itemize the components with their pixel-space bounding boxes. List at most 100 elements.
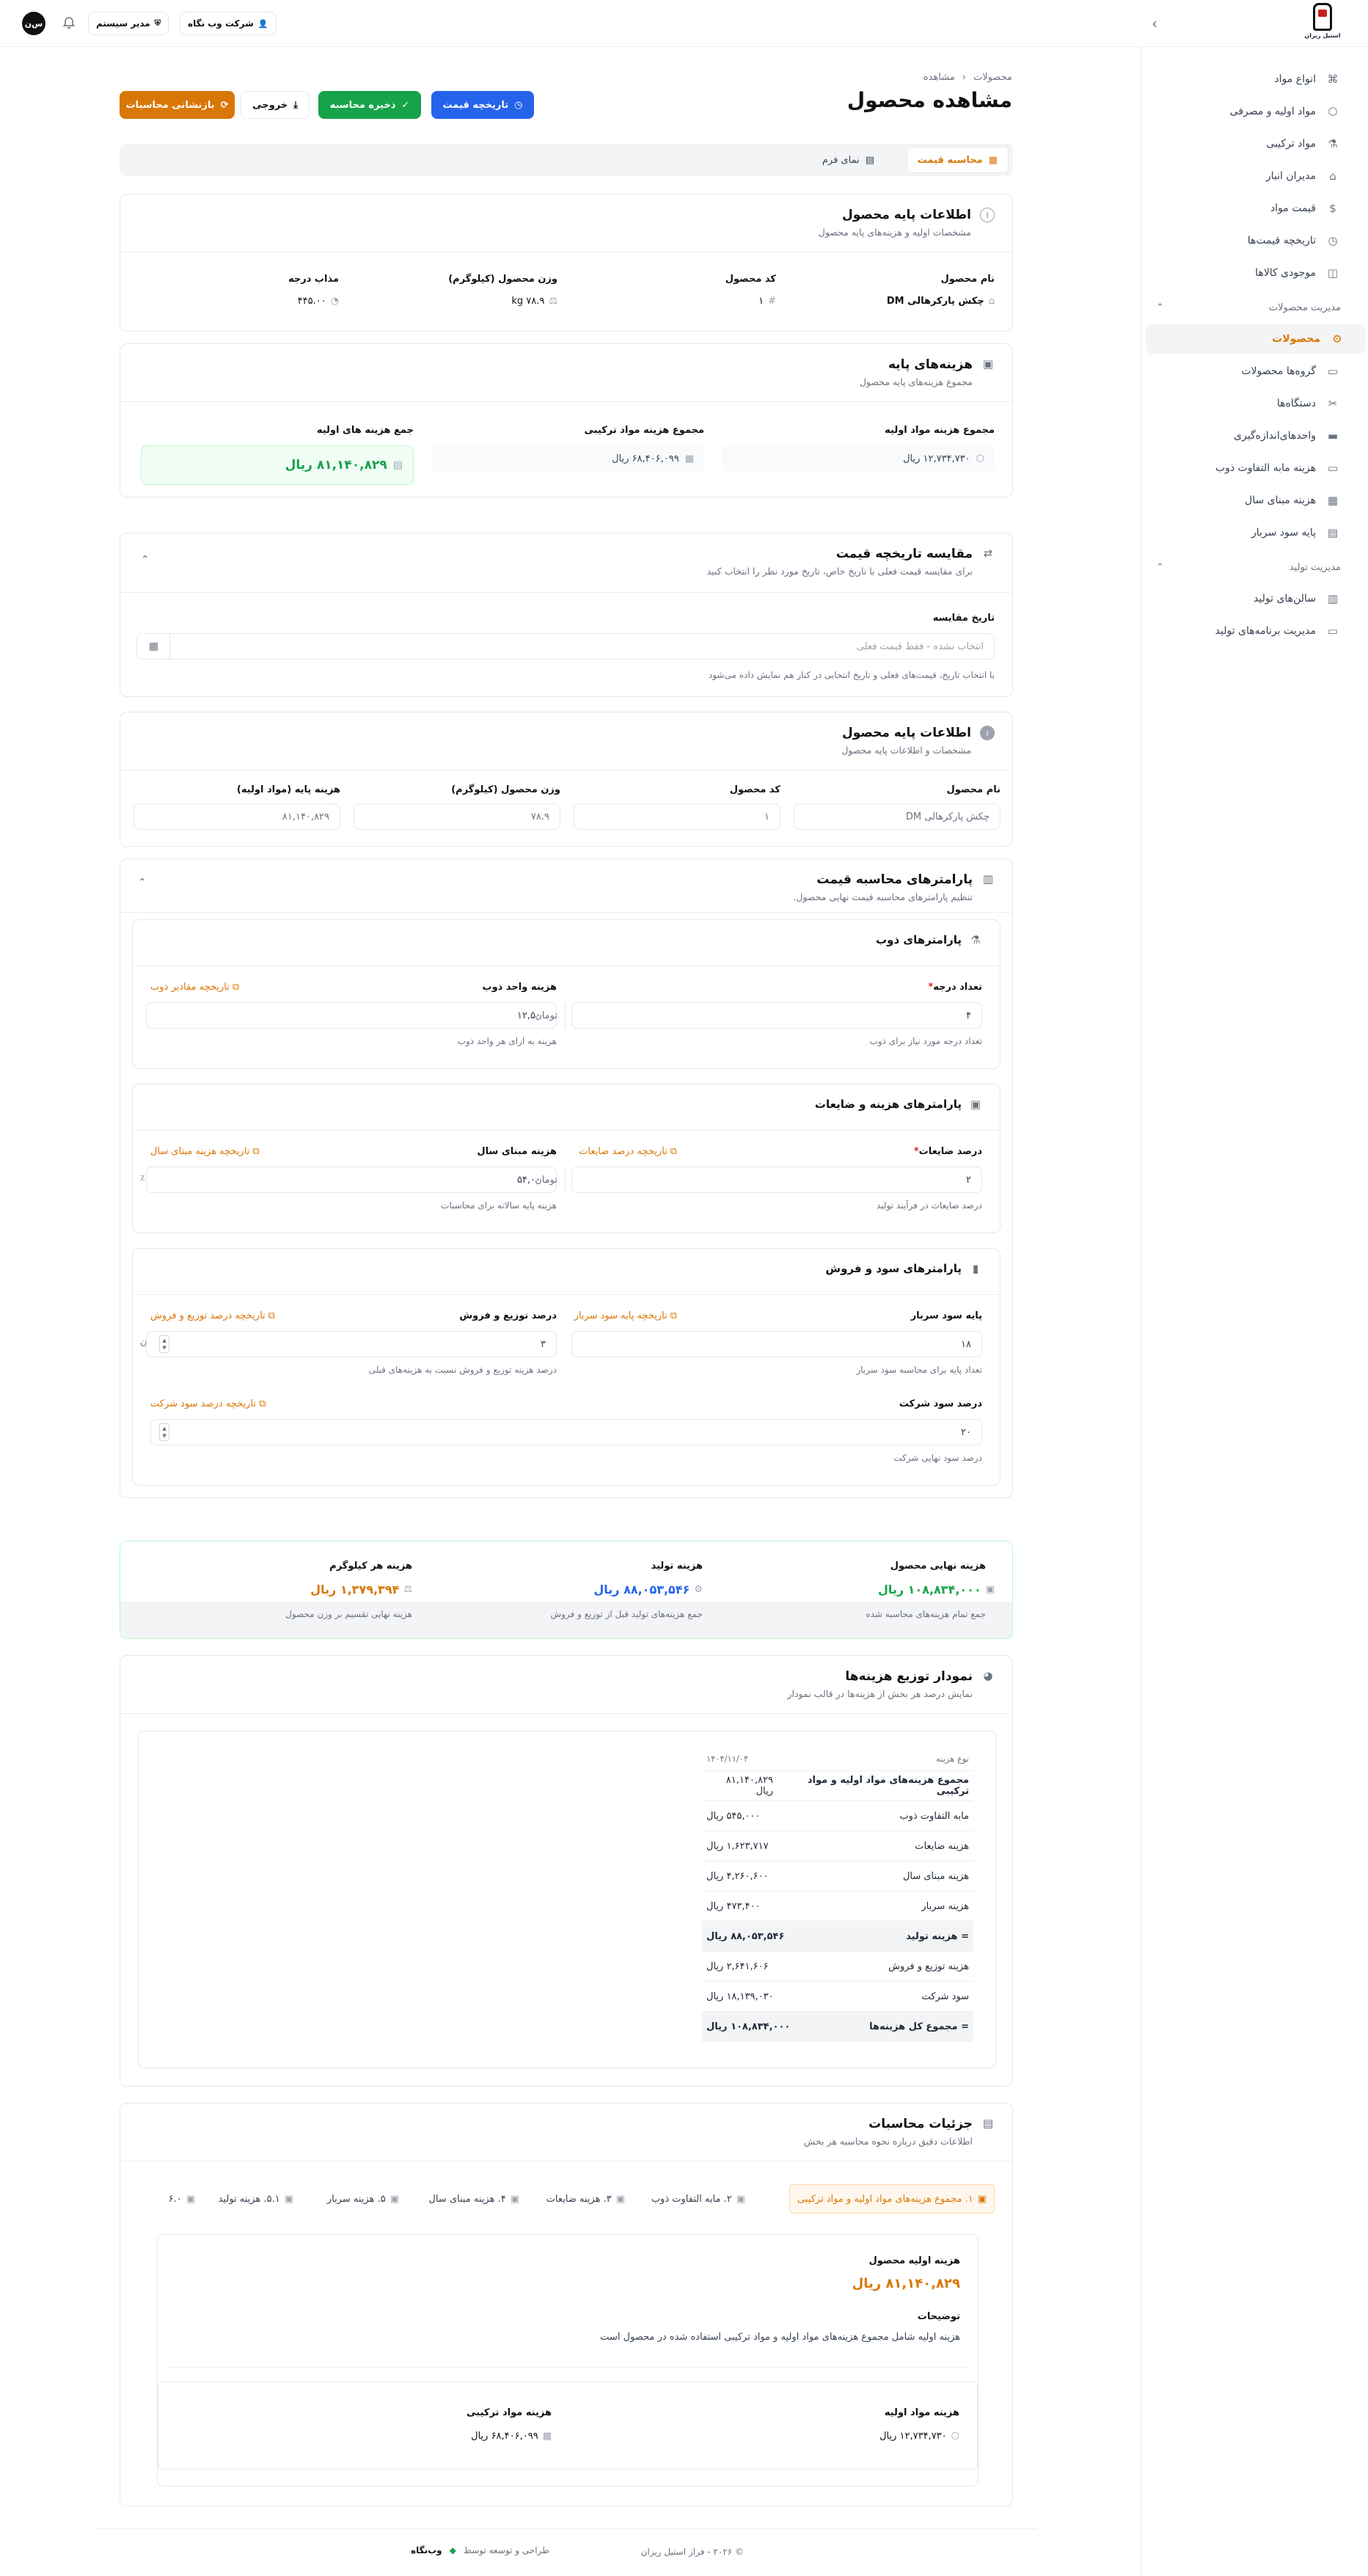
sidebar-item-label: مواد اولیه و مصرفی bbox=[1229, 106, 1316, 117]
topbar: س‌ن ⛨ مدیر سیستم 👤 شرکت وب نگاه › استیل … bbox=[0, 0, 1368, 47]
gear-icon: ⚙ bbox=[1332, 332, 1342, 346]
details-tab[interactable]: ▣ ۱. مجموع هزینه‌های مواد اولیه و مواد تر… bbox=[789, 2184, 995, 2214]
melt-label: مذاب درجه bbox=[288, 274, 339, 285]
total-cost-box: ▤ ۸۱,۱۴۰,۸۲۹ ریال bbox=[141, 445, 414, 485]
price-history-button[interactable]: ◷ تاریخچه قیمت bbox=[431, 91, 534, 119]
section-title: پارامترهای هزینه و ضایعات bbox=[814, 1098, 962, 1111]
export-button[interactable]: ⤓ خروجی bbox=[241, 91, 310, 119]
raw-cost-label: مجموع هزینه مواد اولیه bbox=[885, 425, 995, 436]
sidebar-item[interactable]: ◫ موجودی کالاها bbox=[1141, 258, 1361, 288]
year-cost-label: هزینه مبنای سال bbox=[477, 1146, 557, 1157]
company-profit-input[interactable]: ۲۰ bbox=[150, 1419, 982, 1445]
chevron-up-icon[interactable]: ⌃ bbox=[141, 554, 150, 566]
comp-cost-box: ▦ ۶۸,۴۰۶,۰۹۹ ریال bbox=[431, 445, 704, 472]
logo: استیل ریزان bbox=[1304, 3, 1341, 44]
row-value: ۴,۲۶۰,۶۰۰ ریال bbox=[706, 1870, 769, 1882]
sidebar-item-label: واحدهای‌اندازه‌گیری bbox=[1234, 430, 1316, 442]
calendar-icon[interactable]: ▦ bbox=[138, 633, 170, 660]
logo-mark-icon bbox=[1313, 3, 1332, 31]
desc-label: توضیحات bbox=[917, 2311, 960, 2322]
sidebar-item[interactable]: ⌘ انواع مواد bbox=[1141, 65, 1361, 94]
desc-text: هزینه اولیه شامل مجموع هزینه‌های مواد او… bbox=[600, 2332, 960, 2343]
reset-calculation-button[interactable]: ⟳ بازنشانی محاسبات bbox=[120, 91, 235, 119]
sidebar-item[interactable]: ⌂ مدیران انبار bbox=[1141, 161, 1361, 191]
sidebar-item[interactable]: ▥ سالن‌های تولید bbox=[1141, 584, 1361, 613]
waste-pct-hint: درصد ضایعات در فرآیند تولید bbox=[876, 1200, 982, 1211]
comp-cost-label: مجموع هزینه مواد ترکیبی bbox=[584, 425, 704, 436]
gear-icon: ⚙ bbox=[694, 1584, 703, 1595]
external-link-icon: ⧉ bbox=[670, 1146, 677, 1157]
tab-icon: ▣ bbox=[186, 2193, 195, 2205]
bell-icon[interactable] bbox=[59, 15, 76, 32]
sidebar-item[interactable]: ▤ پایه سود سربار bbox=[1141, 518, 1361, 547]
hash-icon: # bbox=[768, 296, 776, 307]
sidebar-item[interactable]: ▦ هزینه مبنای سال bbox=[1141, 486, 1361, 515]
tab-form-view[interactable]: ▤ نمای فرم bbox=[812, 147, 885, 173]
sidebar-item[interactable]: ▭ گروه‌ها محصولات bbox=[1141, 357, 1361, 386]
money-icon: ▣ bbox=[985, 1584, 995, 1595]
sidebar-section[interactable]: مدیریت تولید ⌃ bbox=[1141, 556, 1361, 578]
year-cost-input[interactable]: ۵۴,۰۰۰ bbox=[146, 1167, 557, 1193]
sidebar-item[interactable]: ◷ تاریخچه قیمت‌ها bbox=[1141, 226, 1361, 255]
overhead-input[interactable]: ۱۸ bbox=[571, 1331, 982, 1357]
sidebar-item[interactable]: ✂ دستگاه‌ها bbox=[1141, 389, 1361, 418]
row-name: = هزینه تولید bbox=[906, 1930, 969, 1942]
details-tab[interactable]: ▣ ۵. هزینه سربار bbox=[327, 2184, 399, 2214]
price-compare-card: ⇄ مقایسه تاریخچه قیمت برای مقایسه قیمت فع… bbox=[120, 533, 1013, 697]
overhead-history-link[interactable]: ⧉ تاریخچه پایه سود سربار bbox=[574, 1310, 677, 1321]
total-cost-label: جمع هزینه های اولیه bbox=[316, 425, 414, 436]
year-cost-history-link[interactable]: ⧉ تاریخچه هزینه مبنای سال bbox=[150, 1146, 260, 1157]
details-tab[interactable]: ▣ ۵.۱. هزینه تولید bbox=[219, 2184, 293, 2214]
scale-icon: ⚖ bbox=[403, 1584, 412, 1595]
grid-icon: ▦ bbox=[684, 453, 694, 464]
melt-unit-cost-label: هزینه واحد ذوب bbox=[482, 982, 557, 993]
footer-brand[interactable]: وب‌نگاه bbox=[411, 2545, 442, 2555]
row-value: ۸۱,۱۴۰,۸۲۹ ریال bbox=[725, 1775, 773, 1797]
chevron-up-icon[interactable]: ⌃ bbox=[138, 877, 147, 889]
melt-count-input[interactable]: ۴ bbox=[571, 1002, 982, 1029]
waste-pct-input[interactable]: ۲ bbox=[571, 1167, 982, 1193]
sidebar-item[interactable]: ▭ مدیریت برنامه‌های تولید bbox=[1141, 616, 1361, 646]
sidebar-section[interactable]: مدیریت محصولات ⌃ bbox=[1141, 296, 1361, 318]
compare-date-input[interactable]: انتخاب نشده - فقط قیمت فعلی bbox=[136, 633, 995, 660]
kg-cost-label: هزینه هر کیلوگرم bbox=[329, 1561, 412, 1572]
year-cost-unit: تومان bbox=[524, 1167, 566, 1193]
user-menu[interactable]: ⛨ مدیر سیستم bbox=[88, 12, 169, 35]
details-tab[interactable]: ▣ ۴. هزینه مبنای سال bbox=[428, 2184, 519, 2214]
melt-history-link[interactable]: ⧉ تاریخچه مقادیر ذوب bbox=[150, 982, 239, 993]
company-menu[interactable]: 👤 شرکت وب نگاه bbox=[180, 12, 277, 35]
collapse-sidebar-icon[interactable]: › bbox=[1152, 15, 1157, 32]
dist-stepper[interactable]: ▲ ▼ bbox=[159, 1335, 169, 1353]
melt-unit-cost-input[interactable]: ۱۲,۵۰۰ bbox=[146, 1002, 557, 1029]
table-row: = مجموع کل هزینه‌ها ۱۰۸,۸۳۴,۰۰۰ ریال bbox=[702, 2012, 973, 2042]
sidebar-item[interactable]: ⚙ محصولات bbox=[1146, 324, 1366, 354]
waste-pct-history-link[interactable]: ⧉ تاریخچه درصد ضایعات bbox=[579, 1146, 677, 1157]
sidebar-item[interactable]: ⬡ مواد اولیه و مصرفی bbox=[1141, 97, 1361, 126]
details-tab[interactable]: ▣ ۳. هزینه ضایعات bbox=[546, 2184, 625, 2214]
sidebar-item[interactable]: ⚗ مواد ترکیبی bbox=[1141, 129, 1361, 158]
sidebar-item[interactable]: ▭ هزینه مابه التفاوت ذوب bbox=[1141, 453, 1361, 483]
card-subtitle: مجموع هزینه‌های پایه محصول bbox=[859, 376, 973, 387]
sidebar-item[interactable]: ▬ واحدهای‌اندازه‌گیری bbox=[1141, 421, 1361, 450]
calculator-icon: ▦ bbox=[988, 154, 998, 166]
breadcrumb-root[interactable]: محصولات bbox=[973, 72, 1012, 83]
tab-price-calculation[interactable]: ▦ محاسبه قیمت bbox=[906, 147, 1009, 173]
raw-cost-box: ⬡ ۱۲,۷۳۴,۷۳۰ ریال bbox=[722, 445, 995, 472]
table-row: سود شرکت ۱۸,۱۳۹,۰۳۰ ریال bbox=[702, 1982, 973, 2012]
company-profit-stepper[interactable]: ▲ ▼ bbox=[159, 1423, 169, 1441]
doc-icon: ▤ bbox=[982, 2117, 994, 2130]
external-link-icon: ⧉ bbox=[258, 1398, 266, 1409]
details-tab[interactable]: ▣ ۲. مابه التفاوت ذوب bbox=[651, 2184, 745, 2214]
box-icon: ⬡ bbox=[1328, 105, 1338, 118]
dist-input[interactable]: ۳ bbox=[146, 1331, 557, 1357]
user-icon: 👤 bbox=[257, 18, 268, 29]
building-icon: ▥ bbox=[1327, 592, 1339, 605]
dist-history-link[interactable]: ⧉ تاریخچه درصد توزیع و فروش bbox=[150, 1310, 275, 1321]
sidebar-item-label: سالن‌های تولید bbox=[1254, 593, 1316, 605]
melt-count-hint: تعداد درجه مورد نیاز برای ذوب bbox=[869, 1036, 982, 1046]
sidebar-item[interactable]: $ قیمت مواد bbox=[1141, 194, 1361, 223]
avatar[interactable]: س‌ن bbox=[22, 12, 45, 35]
details-tab[interactable]: ▣ ۶.۰ bbox=[169, 2184, 195, 2214]
save-calculation-button[interactable]: ✓ ذخیره محاسبه bbox=[318, 91, 421, 119]
company-profit-history-link[interactable]: ⧉ تاریخچه درصد سود شرکت bbox=[150, 1398, 266, 1409]
